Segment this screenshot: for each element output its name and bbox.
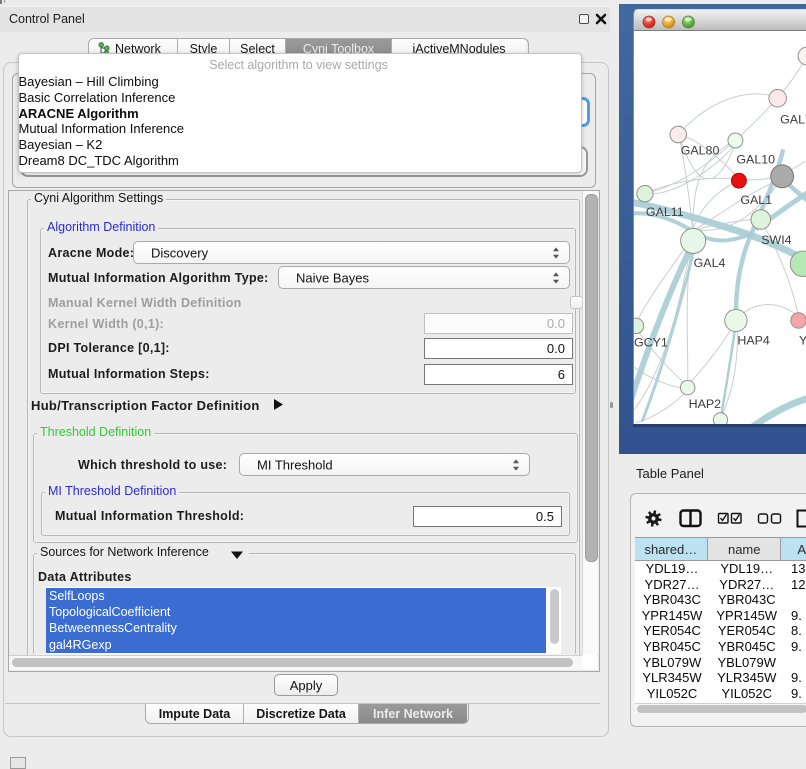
svg-text:HAP2: HAP2 <box>689 397 722 411</box>
svg-text:GCY1: GCY1 <box>634 335 668 349</box>
svg-text:GAL80: GAL80 <box>681 143 720 157</box>
svg-text:GAL10: GAL10 <box>736 152 775 166</box>
svg-text:HAP4: HAP4 <box>737 333 770 347</box>
svg-text:SWI4: SWI4 <box>761 233 791 247</box>
svg-text:GAL4: GAL4 <box>694 256 726 270</box>
svg-text:GAL11: GAL11 <box>646 205 684 219</box>
svg-text:GAL1: GAL1 <box>740 193 772 207</box>
svg-text:Y: Y <box>799 333 806 347</box>
svg-text:GAL7: GAL7 <box>780 113 806 127</box>
